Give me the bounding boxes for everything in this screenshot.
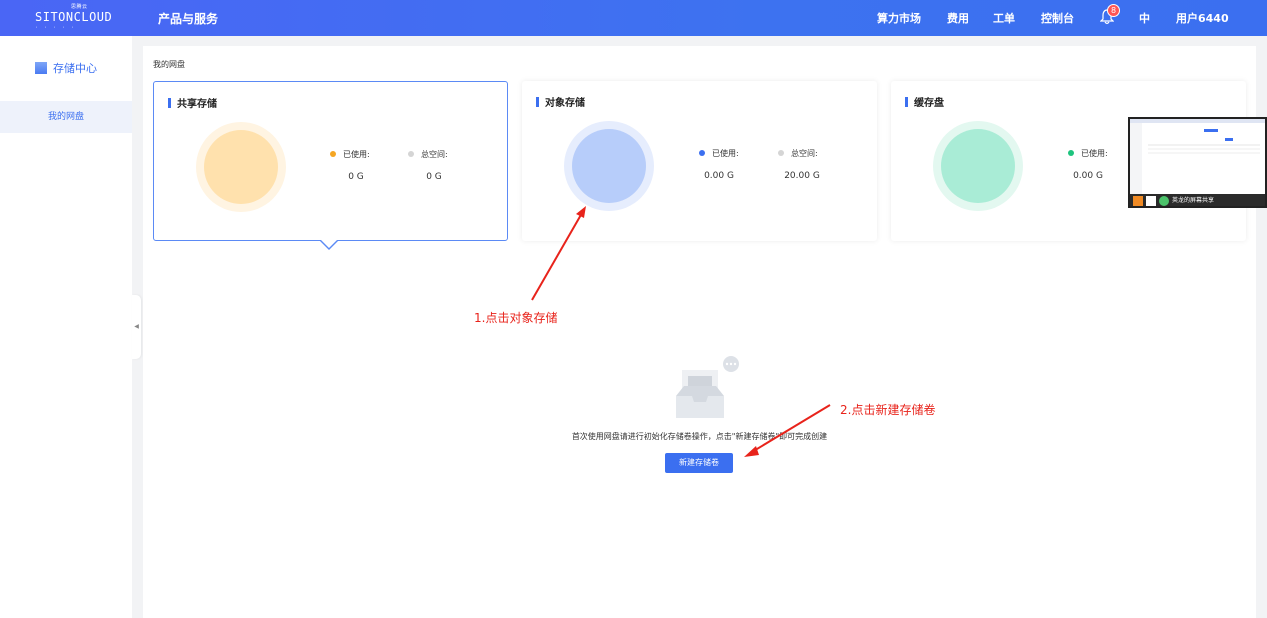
used-label: 已使用: — [699, 148, 739, 159]
annotation-step-1: 1.点击对象存储 — [474, 311, 558, 325]
card-shared-storage[interactable]: 共享存储 已使用: 总空间: 0 G 0 G — [153, 81, 508, 250]
used-label-text: 已使用: — [712, 149, 739, 158]
total-label-text: 总空间: — [791, 149, 818, 158]
sidebar-title: 存储中心 — [35, 60, 97, 76]
logo-subtext: 思腾云 — [71, 4, 88, 10]
collapse-sidebar-handle[interactable]: ◀ — [132, 295, 141, 359]
dot-icon — [699, 150, 705, 156]
empty-state-message: 首次使用网盘请进行初始化存储卷操作，点击"新建存储卷"即可完成创建 — [571, 432, 828, 441]
top-nav-bar: SITONCLOUD 思腾云 ····· 产品与服务 算力市场 费用 工单 控制… — [0, 0, 1267, 36]
usage-ring — [933, 121, 1023, 211]
annotation-step-2: 2.点击新建存储卷 — [840, 403, 936, 417]
used-label-text: 已使用: — [1081, 149, 1108, 158]
dot-icon — [1068, 150, 1074, 156]
user-menu[interactable]: 用户6440 — [1176, 10, 1229, 26]
empty-inbox-icon — [676, 356, 739, 418]
usage-ring — [196, 122, 286, 212]
used-value: 0 G — [348, 172, 364, 182]
main-content: 我的网盘 共享存储 已使用: 总空间: 0 G 0 G 对象存储 已使用: 总空… — [143, 46, 1256, 618]
nav-products-services[interactable]: 产品与服务 — [158, 10, 218, 27]
total-value: 0 G — [426, 172, 442, 182]
sidebar: 存储中心 我的网盘 — [0, 36, 132, 618]
breadcrumb: 我的网盘 — [153, 60, 185, 69]
new-storage-volume-button[interactable]: 新建存储卷 — [665, 453, 733, 473]
notification-badge: 8 — [1107, 4, 1120, 17]
usage-ring-fill — [572, 129, 646, 203]
card-object-storage[interactable]: 对象存储 已使用: 总空间: 0.00 G 20.00 G — [522, 81, 877, 241]
used-value: 0.00 G — [704, 171, 734, 181]
nav-tickets[interactable]: 工单 — [993, 10, 1015, 26]
dot-icon — [408, 151, 414, 157]
screen-share-bar: 英龙的屏幕共享 — [1130, 194, 1265, 206]
usage-ring-fill — [204, 130, 278, 204]
dot-icon — [778, 150, 784, 156]
card-title: 共享存储 — [168, 95, 217, 110]
dot-icon — [330, 151, 336, 157]
logo-dots: ····· — [35, 25, 81, 31]
screen-share-label: 英龙的屏幕共享 — [1172, 197, 1215, 204]
used-label: 已使用: — [330, 149, 370, 160]
card-title: 对象存储 — [536, 94, 585, 109]
used-label-text: 已使用: — [343, 150, 370, 159]
usage-ring — [564, 121, 654, 211]
screen-share-preview — [1130, 119, 1265, 194]
total-label: 总空间: — [408, 149, 448, 160]
sidebar-item-my-netdisk[interactable]: 我的网盘 — [0, 101, 132, 133]
nav-console[interactable]: 控制台 — [1041, 10, 1074, 26]
screen-share-thumbnail[interactable]: 英龙的屏幕共享 — [1128, 117, 1267, 208]
used-value: 0.00 G — [1073, 171, 1103, 181]
language-switch[interactable]: 中 — [1139, 10, 1150, 26]
card-title: 缓存盘 — [905, 94, 944, 109]
total-label-text: 总空间: — [421, 150, 448, 159]
storage-icon — [35, 62, 47, 74]
nav-billing[interactable]: 费用 — [947, 10, 969, 26]
screen-icon — [1146, 196, 1156, 206]
total-value: 20.00 G — [784, 171, 820, 181]
used-label: 已使用: — [1068, 148, 1108, 159]
nav-compute-market[interactable]: 算力市场 — [877, 10, 921, 26]
total-label: 总空间: — [778, 148, 818, 159]
sidebar-title-label: 存储中心 — [53, 62, 97, 75]
usage-ring-fill — [941, 129, 1015, 203]
logo[interactable]: SITONCLOUD 思腾云 ····· — [35, 4, 113, 31]
logo-text: SITONCLOUD — [35, 10, 113, 24]
active-card-pointer — [320, 240, 338, 250]
user-icon — [1133, 196, 1143, 206]
microphone-icon — [1159, 196, 1169, 206]
